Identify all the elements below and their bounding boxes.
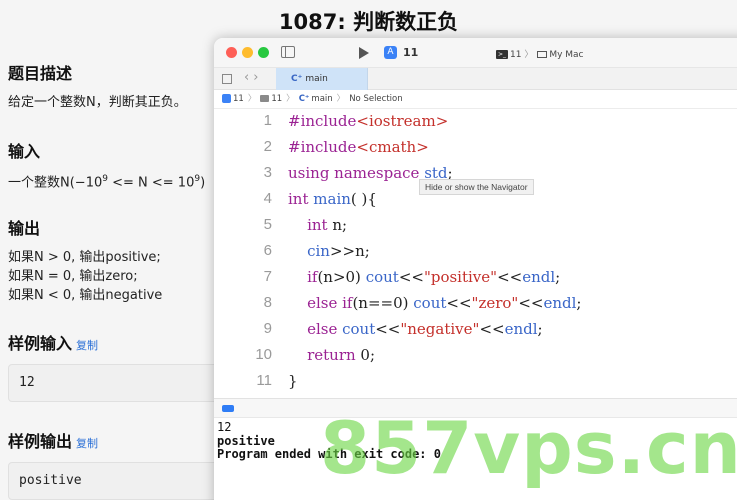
scheme-selector[interactable]: 11 xyxy=(403,46,418,59)
line-number: 10 xyxy=(255,346,272,363)
title-bar: A 11 >_ 11 〉 My Mac xyxy=(214,38,737,68)
cpp-file-icon: C⁺ xyxy=(298,94,310,104)
sample-output-heading: 样例输出 复制 xyxy=(8,428,98,452)
run-icon[interactable] xyxy=(359,47,369,59)
line-number: 1 xyxy=(263,112,272,129)
navigator-tooltip: Hide or show the Navigator xyxy=(419,179,534,195)
sample-input-heading-text: 样例输入 xyxy=(8,334,73,353)
line-number: 6 xyxy=(263,242,272,259)
line-number: 5 xyxy=(263,216,272,233)
line-number: 9 xyxy=(263,320,272,337)
input-text: 一个整数N(−109 <= N <= 109) xyxy=(8,170,205,192)
input-text-start: 一个整数N(−10 xyxy=(8,175,103,191)
sidebar-toggle-icon[interactable] xyxy=(281,46,295,58)
run-destination[interactable]: >_ 11 〉 My Mac xyxy=(496,47,584,60)
history-nav: ‹› xyxy=(244,70,262,85)
input-text-mid: <= N <= 10 xyxy=(107,175,195,191)
output-line: 如果N = 0, 输出zero; xyxy=(8,269,138,284)
grid-icon[interactable] xyxy=(222,74,232,84)
line-number: 4 xyxy=(263,190,272,207)
forward-icon[interactable]: › xyxy=(253,70,262,85)
input-text-end: ) xyxy=(200,175,206,191)
output-line: 如果N < 0, 输出negative xyxy=(8,288,163,303)
sample-input-box: 12 xyxy=(8,364,248,402)
close-window-button[interactable] xyxy=(226,47,237,58)
copy-sample-input-link[interactable]: 复制 xyxy=(76,339,98,352)
watermark: 857vps.cn xyxy=(320,406,737,490)
line-number: 8 xyxy=(263,294,272,311)
destination-project: 11 xyxy=(510,50,522,60)
sample-output-heading-text: 样例输出 xyxy=(8,432,73,451)
code-editor[interactable]: 1 #include<iostream> 2 #include<cmath> 3 us… xyxy=(214,109,737,399)
sample-input-heading: 样例输入 复制 xyxy=(8,330,98,354)
sample-output-box: positive xyxy=(8,462,248,500)
problem-title: 1087: 判断数正负 xyxy=(278,10,459,34)
line-number: 11 xyxy=(256,372,272,389)
zoom-window-button[interactable] xyxy=(258,47,269,58)
terminal-icon: >_ xyxy=(496,50,508,59)
description-heading: 题目描述 xyxy=(8,64,73,83)
destination-device: My Mac xyxy=(549,50,584,60)
tab-main[interactable]: C⁺ main xyxy=(276,68,368,90)
input-heading: 输入 xyxy=(8,142,41,161)
line-number: 2 xyxy=(263,138,272,155)
back-icon[interactable]: ‹ xyxy=(244,70,253,85)
app-icon: A xyxy=(384,46,397,59)
project-icon xyxy=(222,94,231,103)
copy-sample-output-link[interactable]: 复制 xyxy=(76,437,98,450)
output-line: 如果N > 0, 输出positive; xyxy=(8,250,161,265)
tab-label: main xyxy=(305,74,328,84)
minimize-window-button[interactable] xyxy=(242,47,253,58)
jumpbar-folder[interactable]: 11 xyxy=(271,94,282,104)
cpp-file-icon: C⁺ xyxy=(291,74,303,84)
jumpbar-project[interactable]: 11 xyxy=(233,94,244,104)
description-text: 给定一个整数N，判断其正负。 xyxy=(8,95,187,110)
folder-icon xyxy=(260,95,270,102)
output-heading: 输出 xyxy=(8,219,41,238)
jumpbar-file[interactable]: main xyxy=(311,94,332,104)
tab-bar: ‹› C⁺ main xyxy=(214,68,737,90)
line-number: 3 xyxy=(263,164,272,181)
jumpbar-selection[interactable]: No Selection xyxy=(349,94,402,104)
console-toggle-icon[interactable] xyxy=(222,405,234,412)
jump-bar: 11 〉 11 〉 C⁺ main 〉 No Selection xyxy=(214,90,737,109)
line-number: 7 xyxy=(263,268,272,285)
monitor-icon xyxy=(537,51,548,58)
